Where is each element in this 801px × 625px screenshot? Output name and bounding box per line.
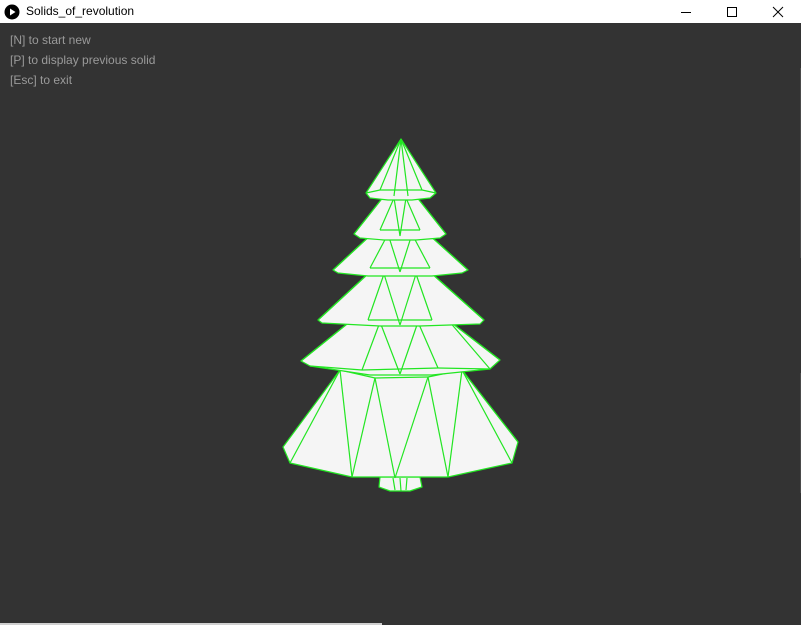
close-icon: [772, 6, 784, 17]
window-title: Solids_of_revolution: [26, 4, 135, 18]
tree-icon: [282, 138, 519, 492]
app-window: Solids_of_revolution [N] to start new [P…: [0, 0, 801, 625]
play-circle-icon: [4, 4, 20, 20]
close-button[interactable]: [755, 0, 801, 23]
render-canvas[interactable]: [N] to start new [P] to display previous…: [0, 23, 801, 625]
minimize-icon: [681, 11, 691, 13]
minimize-button[interactable]: [663, 0, 709, 23]
maximize-button[interactable]: [709, 0, 755, 23]
title-bar[interactable]: Solids_of_revolution: [0, 0, 801, 23]
window-controls: [663, 0, 801, 23]
maximize-icon: [727, 6, 737, 17]
